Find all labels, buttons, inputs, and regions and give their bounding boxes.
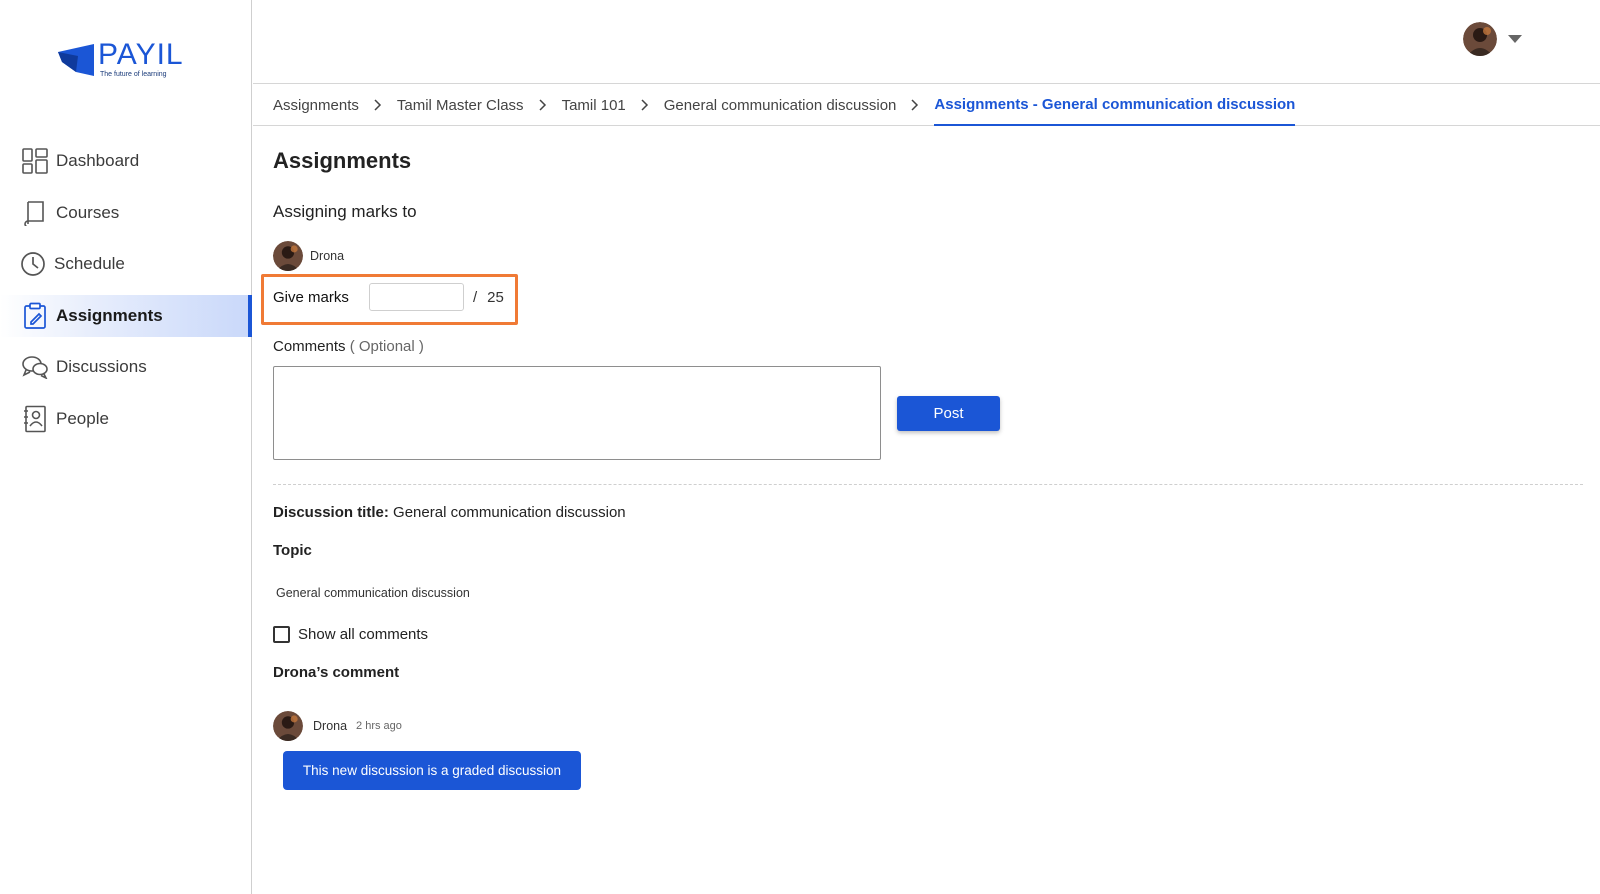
user-avatar[interactable] bbox=[1463, 22, 1497, 56]
chat-bubbles-icon bbox=[20, 353, 50, 381]
comments-label-text: Comments bbox=[273, 338, 346, 355]
contact-book-icon bbox=[20, 405, 50, 433]
clipboard-icon bbox=[20, 302, 50, 330]
student-avatar bbox=[273, 241, 303, 271]
brand-tagline: The future of learning bbox=[100, 71, 167, 78]
comment-author-avatar bbox=[273, 711, 303, 741]
sidebar-item-label: People bbox=[56, 408, 109, 428]
marks-row: Give marks / 25 bbox=[273, 282, 504, 312]
marks-total: 25 bbox=[487, 288, 504, 306]
sidebar-item-schedule[interactable]: Schedule bbox=[0, 243, 252, 285]
brand-logo[interactable]: PAYIL The future of learning bbox=[56, 38, 196, 84]
discussion-title: Discussion title: General communication … bbox=[273, 504, 626, 521]
section-subtitle: Assigning marks to bbox=[273, 202, 417, 221]
comment-bubble: This new discussion is a graded discussi… bbox=[283, 751, 581, 790]
breadcrumb: Assignments Tamil Master Class Tamil 101… bbox=[253, 84, 1600, 126]
comment-author: Drona bbox=[313, 719, 348, 733]
comment-meta: Drona 2 hrs ago bbox=[273, 711, 402, 741]
sidebar-item-label: Courses bbox=[56, 202, 120, 222]
discussion-title-value: General communication discussion bbox=[393, 504, 626, 521]
student-name: Drona bbox=[310, 249, 345, 263]
comments-textarea[interactable] bbox=[273, 366, 881, 460]
dashed-divider bbox=[273, 484, 1583, 485]
breadcrumb-item[interactable]: General communication discussion bbox=[664, 97, 897, 114]
post-button[interactable]: Post bbox=[897, 396, 1000, 431]
show-all-comments-checkbox[interactable] bbox=[273, 626, 290, 643]
breadcrumb-item[interactable]: Assignments bbox=[273, 97, 359, 114]
breadcrumb-current[interactable]: Assignments - General communication disc… bbox=[934, 84, 1295, 126]
sidebar-item-people[interactable]: People bbox=[0, 398, 252, 440]
topic-label: Topic bbox=[273, 542, 312, 559]
page-title: Assignments bbox=[273, 148, 412, 173]
show-all-comments-label: Show all comments bbox=[298, 626, 429, 643]
sidebar-item-courses[interactable]: Courses bbox=[0, 192, 252, 234]
book-icon bbox=[20, 199, 50, 227]
comment-timestamp: 2 hrs ago bbox=[356, 720, 402, 732]
comments-optional-text: ( Optional ) bbox=[349, 338, 424, 355]
chevron-right-icon bbox=[626, 99, 664, 111]
sidebar-item-label: Schedule bbox=[54, 254, 125, 273]
sidebar-item-dashboard[interactable]: Dashboard bbox=[0, 140, 252, 182]
clock-icon bbox=[18, 250, 48, 278]
brand-name: PAYIL bbox=[98, 38, 184, 71]
dashboard-icon bbox=[20, 147, 50, 175]
account-menu-caret-icon[interactable] bbox=[1508, 35, 1522, 43]
chevron-right-icon bbox=[359, 99, 397, 111]
marks-input[interactable] bbox=[369, 283, 464, 311]
marks-separator: / bbox=[473, 288, 478, 306]
main-content: Assignments Assigning marks to Drona Giv… bbox=[261, 126, 1583, 886]
user-comment-heading: Drona’s comment bbox=[273, 664, 400, 681]
breadcrumb-item[interactable]: Tamil 101 bbox=[562, 97, 626, 114]
chevron-right-icon bbox=[524, 99, 562, 111]
top-bar bbox=[253, 0, 1600, 84]
sidebar-nav: Dashboard Courses Schedule Assignments D… bbox=[0, 140, 252, 449]
app-root: PAYIL The future of learning Dashboard C… bbox=[0, 0, 1600, 894]
show-all-comments-toggle[interactable]: Show all comments bbox=[273, 626, 428, 643]
sidebar: PAYIL The future of learning Dashboard C… bbox=[0, 0, 252, 894]
discussion-title-label: Discussion title: bbox=[273, 504, 389, 521]
comments-label: Comments ( Optional ) bbox=[273, 338, 424, 355]
sidebar-item-label: Assignments bbox=[56, 305, 163, 325]
breadcrumb-item[interactable]: Tamil Master Class bbox=[397, 97, 524, 114]
sidebar-item-label: Dashboard bbox=[56, 151, 140, 170]
sidebar-item-discussions[interactable]: Discussions bbox=[0, 346, 252, 388]
marks-label: Give marks bbox=[273, 288, 349, 306]
chevron-right-icon bbox=[896, 99, 934, 111]
student-info: Drona bbox=[273, 241, 344, 271]
logo-mark-icon bbox=[58, 44, 94, 76]
sidebar-item-label: Discussions bbox=[56, 357, 147, 376]
topic-text: General communication discussion bbox=[276, 586, 470, 600]
sidebar-item-assignments[interactable]: Assignments bbox=[0, 294, 252, 337]
